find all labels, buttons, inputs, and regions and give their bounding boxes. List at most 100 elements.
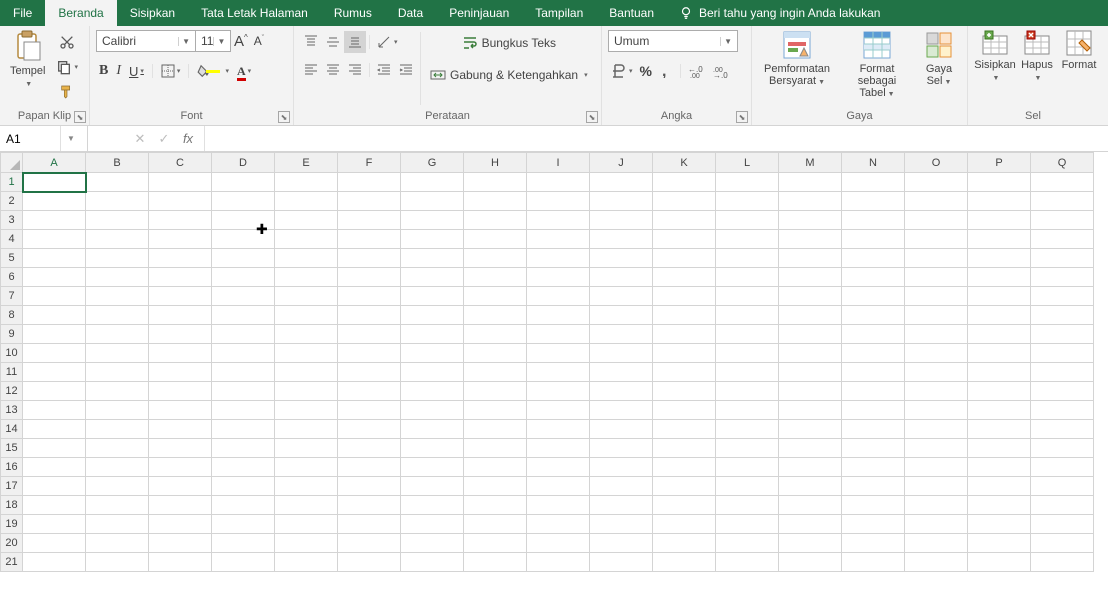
cell[interactable] [842,192,905,211]
cell[interactable] [338,249,401,268]
cell[interactable] [779,287,842,306]
cell[interactable] [590,306,653,325]
cell[interactable] [1031,306,1094,325]
cell[interactable] [86,477,149,496]
cell[interactable] [1031,192,1094,211]
cell[interactable] [1031,420,1094,439]
tab-peninjauan[interactable]: Peninjauan [436,0,522,26]
cell[interactable] [716,458,779,477]
cell[interactable] [1031,249,1094,268]
tab-bantuan[interactable]: Bantuan [596,0,667,26]
cell[interactable] [527,173,590,192]
cell[interactable] [86,268,149,287]
accounting-format-button[interactable]: ▾ [608,60,636,82]
cell[interactable] [968,268,1031,287]
cell[interactable] [527,344,590,363]
cell[interactable] [338,515,401,534]
decrease-decimal-button[interactable]: .00→.0 [710,60,734,82]
cell[interactable] [464,534,527,553]
cell[interactable] [527,515,590,534]
cell[interactable] [86,325,149,344]
cell[interactable] [149,458,212,477]
row-header[interactable]: 20 [1,534,23,553]
cell[interactable] [23,211,86,230]
cell[interactable] [716,173,779,192]
column-header[interactable]: P [968,153,1031,173]
cell[interactable] [905,515,968,534]
cell[interactable] [716,496,779,515]
cut-button[interactable] [53,31,81,53]
cell[interactable] [905,496,968,515]
cell[interactable] [86,496,149,515]
cell[interactable] [905,477,968,496]
cell[interactable] [275,268,338,287]
cell[interactable] [464,192,527,211]
name-box-input[interactable] [0,132,60,146]
cell[interactable] [149,401,212,420]
formula-input[interactable] [205,126,1108,151]
cell[interactable] [527,496,590,515]
cell[interactable] [527,287,590,306]
align-center-button[interactable] [322,59,344,81]
cell[interactable] [212,553,275,572]
cell[interactable] [590,477,653,496]
cell[interactable] [842,515,905,534]
cell[interactable] [1031,458,1094,477]
cell[interactable] [779,325,842,344]
cell[interactable] [527,306,590,325]
row-header[interactable]: 2 [1,192,23,211]
cell[interactable] [86,439,149,458]
cell[interactable] [401,553,464,572]
underline-button[interactable]: U▾ [126,60,147,82]
cell-styles-button[interactable]: Gaya Sel▼ [918,28,960,89]
column-header[interactable]: I [527,153,590,173]
cell[interactable] [653,496,716,515]
cell[interactable] [86,382,149,401]
tab-file[interactable]: File [0,0,45,26]
column-header[interactable]: G [401,153,464,173]
cell[interactable] [653,439,716,458]
cell[interactable] [86,211,149,230]
cell[interactable] [212,325,275,344]
italic-button[interactable]: I [113,60,124,82]
cell[interactable] [464,344,527,363]
cell[interactable] [149,382,212,401]
align-left-button[interactable] [300,59,322,81]
cell[interactable] [590,230,653,249]
cell[interactable] [464,477,527,496]
cell[interactable] [653,268,716,287]
column-header[interactable]: J [590,153,653,173]
cell[interactable] [464,515,527,534]
cell[interactable] [275,515,338,534]
cell[interactable] [401,420,464,439]
cell[interactable] [590,553,653,572]
cell[interactable] [968,211,1031,230]
align-bottom-button[interactable] [344,31,366,53]
cell[interactable] [1031,268,1094,287]
cell[interactable] [716,249,779,268]
cell[interactable] [23,553,86,572]
cell[interactable] [86,458,149,477]
tab-tata-letak[interactable]: Tata Letak Halaman [188,0,321,26]
cell[interactable] [527,325,590,344]
cell[interactable] [653,420,716,439]
cell[interactable] [23,325,86,344]
cell[interactable] [527,477,590,496]
cell[interactable] [401,230,464,249]
cell[interactable] [401,401,464,420]
format-as-table-button[interactable]: Format sebagai Tabel▼ [836,28,918,101]
cell[interactable] [842,553,905,572]
cell[interactable] [716,192,779,211]
cell[interactable] [590,268,653,287]
row-header[interactable]: 8 [1,306,23,325]
cell[interactable] [968,439,1031,458]
cell[interactable] [1031,287,1094,306]
cell[interactable] [212,382,275,401]
cell[interactable] [338,363,401,382]
row-header[interactable]: 14 [1,420,23,439]
cell[interactable] [23,249,86,268]
cell[interactable] [968,287,1031,306]
cell[interactable] [275,458,338,477]
cell[interactable] [212,477,275,496]
cell[interactable] [968,477,1031,496]
